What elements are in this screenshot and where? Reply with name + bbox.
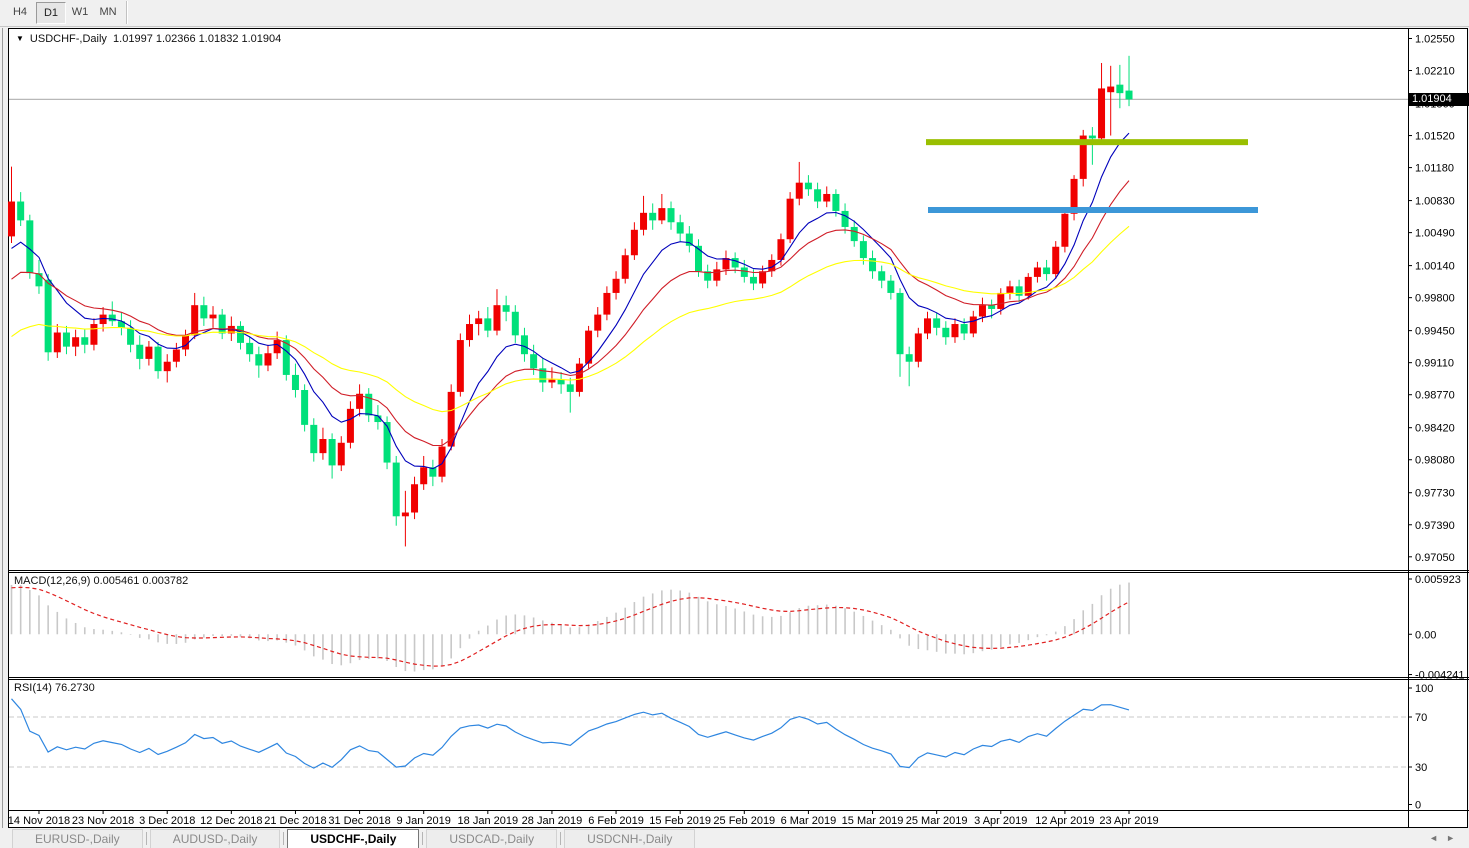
svg-text:1.02210: 1.02210 xyxy=(1415,66,1455,78)
svg-text:12 Dec 2018: 12 Dec 2018 xyxy=(200,815,262,827)
svg-text:23 Apr 2019: 23 Apr 2019 xyxy=(1099,815,1158,827)
svg-text:0.98770: 0.98770 xyxy=(1415,390,1455,402)
svg-text:70: 70 xyxy=(1415,712,1427,724)
svg-text:21 Dec 2018: 21 Dec 2018 xyxy=(264,815,326,827)
svg-text:100: 100 xyxy=(1415,683,1433,695)
chevron-down-icon: ▼ xyxy=(16,34,24,43)
svg-text:-0.004241: -0.004241 xyxy=(1415,670,1465,682)
svg-text:1.00830: 1.00830 xyxy=(1415,196,1455,208)
svg-text:0.99110: 0.99110 xyxy=(1415,358,1454,370)
svg-text:0.005923: 0.005923 xyxy=(1415,574,1461,586)
svg-text:15 Mar 2019: 15 Mar 2019 xyxy=(842,815,904,827)
svg-text:6 Feb 2019: 6 Feb 2019 xyxy=(588,815,644,827)
scroll-right-icon[interactable]: ► xyxy=(1446,833,1463,843)
svg-text:0.00: 0.00 xyxy=(1415,629,1436,641)
svg-text:23 Nov 2018: 23 Nov 2018 xyxy=(72,815,134,827)
svg-text:25 Mar 2019: 25 Mar 2019 xyxy=(906,815,968,827)
svg-text:9 Jan 2019: 9 Jan 2019 xyxy=(396,815,450,827)
svg-text:3 Dec 2018: 3 Dec 2018 xyxy=(139,815,195,827)
svg-text:1.00140: 1.00140 xyxy=(1415,261,1455,273)
svg-text:1.01180: 1.01180 xyxy=(1415,163,1454,175)
svg-text:0.99450: 0.99450 xyxy=(1415,326,1455,338)
svg-text:0: 0 xyxy=(1415,800,1421,812)
chart-title: ▼ USDCHF-,Daily 1.01997 1.02366 1.01832 1… xyxy=(16,33,281,45)
svg-text:0.97730: 0.97730 xyxy=(1415,488,1455,500)
current-price-tag: 1.01904 xyxy=(1409,93,1469,106)
svg-text:3 Apr 2019: 3 Apr 2019 xyxy=(974,815,1027,827)
svg-text:0.98420: 0.98420 xyxy=(1415,423,1455,435)
svg-text:28 Jan 2019: 28 Jan 2019 xyxy=(522,815,583,827)
svg-text:18 Jan 2019: 18 Jan 2019 xyxy=(458,815,519,827)
svg-text:0.99800: 0.99800 xyxy=(1415,293,1455,305)
scroll-left-icon[interactable]: ◄ xyxy=(1429,833,1446,843)
svg-text:6 Mar 2019: 6 Mar 2019 xyxy=(781,815,837,827)
svg-text:0.97390: 0.97390 xyxy=(1415,520,1455,532)
svg-text:1.00490: 1.00490 xyxy=(1415,228,1455,240)
svg-text:1.01520: 1.01520 xyxy=(1415,131,1455,143)
svg-text:12 Apr 2019: 12 Apr 2019 xyxy=(1035,815,1094,827)
macd-label: MACD(12,26,9) 0.005461 0.003782 xyxy=(14,575,188,587)
rsi-label: RSI(14) 76.2730 xyxy=(14,682,95,694)
svg-text:14 Nov 2018: 14 Nov 2018 xyxy=(8,815,70,827)
chart-canvas[interactable]: 1.025501.022101.018601.015201.011801.008… xyxy=(0,0,1469,848)
chart-symbol-label: USDCHF-,Daily xyxy=(30,33,107,45)
chart-ohlc-values: 1.01997 1.02366 1.01832 1.01904 xyxy=(113,33,281,45)
svg-text:15 Feb 2019: 15 Feb 2019 xyxy=(649,815,711,827)
svg-text:1.02550: 1.02550 xyxy=(1415,33,1455,45)
svg-text:0.98080: 0.98080 xyxy=(1415,455,1455,467)
svg-text:31 Dec 2018: 31 Dec 2018 xyxy=(328,815,390,827)
svg-text:25 Feb 2019: 25 Feb 2019 xyxy=(713,815,775,827)
svg-text:30: 30 xyxy=(1415,762,1427,774)
trading-terminal: H4 D1 W1 MN 1.025501.022101.018601.01520… xyxy=(0,0,1469,848)
tab-scroll-arrows[interactable]: ◄► xyxy=(1429,833,1463,843)
svg-text:0.97050: 0.97050 xyxy=(1415,552,1455,564)
